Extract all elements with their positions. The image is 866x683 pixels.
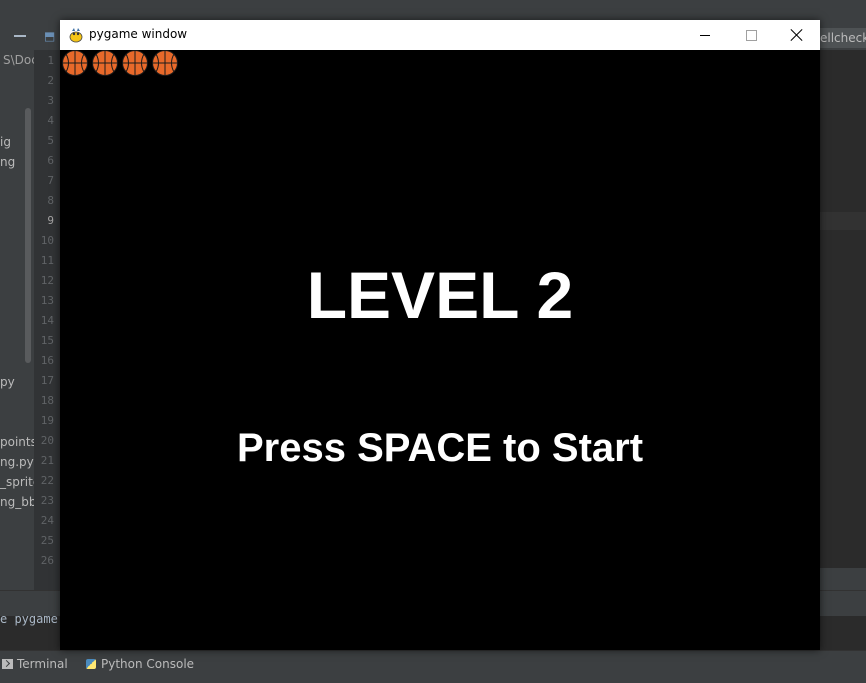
line-number: 1 [47,54,54,67]
line-number: 2 [47,74,54,87]
project-panel: S\Doc ig ng py points_ ng.py _sprites ng… [0,50,34,590]
line-number: 3 [47,94,54,107]
line-number: 18 [40,394,54,407]
line-number: 23 [40,494,54,507]
hide-panel-icon[interactable] [14,35,26,37]
project-scrollbar[interactable] [25,108,31,363]
line-number: 4 [47,114,54,127]
basketball-life-icon [122,50,148,76]
line-number: 5 [47,134,54,147]
basketball-life-icon [62,50,88,76]
project-item[interactable]: ng_bba [0,495,34,509]
code-editor[interactable] [820,50,866,590]
project-item[interactable]: ng [0,155,15,169]
editor-tab[interactable]: ellcheck. [820,28,866,48]
project-item[interactable]: _sprites [0,475,34,489]
tab-terminal[interactable]: Terminal [2,657,68,671]
python-file-icon[interactable]: ⬒ [44,29,58,43]
line-number: 24 [40,514,54,527]
current-line-highlight [820,212,866,230]
bottom-tool-bar: Terminal Python Console [0,650,866,683]
minimize-icon [700,34,710,36]
line-number: 25 [40,534,54,547]
line-number: 19 [40,414,54,427]
line-number: 17 [40,374,54,387]
maximize-icon [745,29,757,41]
project-item[interactable]: py [0,375,15,389]
line-number: 21 [40,454,54,467]
editor-horizontal-scrollbar[interactable] [820,568,866,590]
project-path: S\Doc [3,53,34,67]
line-number: 26 [40,554,54,567]
line-number: 7 [47,174,54,187]
tab-terminal-label: Terminal [17,657,68,671]
window-title: pygame window [89,27,188,41]
project-item[interactable]: ig [0,135,11,149]
maximize-button[interactable] [728,20,774,50]
line-number: 12 [40,274,54,287]
level-title: LEVEL 2 [306,258,574,332]
basketball-life-icon [152,50,178,76]
line-number: 15 [40,334,54,347]
line-number: 22 [40,474,54,487]
python-console-icon [86,659,96,669]
close-button[interactable] [774,20,820,50]
line-number: 9 [47,214,54,227]
tab-python-console[interactable]: Python Console [86,657,194,671]
minimize-button[interactable] [682,20,728,50]
game-canvas[interactable]: LEVEL 2 Press SPACE to Start [60,50,820,650]
line-number: 6 [47,154,54,167]
window-title-bar[interactable]: pygame window [60,20,820,50]
tab-python-console-label: Python Console [101,657,195,671]
start-prompt: Press SPACE to Start [236,426,644,470]
pygame-window: pygame window LEVEL 2 Press SPACE to Sta… [60,20,820,650]
line-number: 14 [40,314,54,327]
terminal-icon [2,659,13,669]
close-icon [791,29,803,41]
line-number: 20 [40,434,54,447]
line-number: 8 [47,194,54,207]
lives-indicator [60,50,180,76]
line-number: 10 [40,234,54,247]
basketball-life-icon [92,50,118,76]
run-output-text: e pygame [0,612,58,626]
pygame-logo-icon [69,28,83,43]
project-item[interactable]: points_ [0,435,34,449]
project-item[interactable]: ng.py [0,455,34,469]
line-number: 11 [40,254,54,267]
line-number: 13 [40,294,54,307]
line-number: 16 [40,354,54,367]
line-number-gutter: 1 2 3 4 5 6 7 8 9 10 11 12 13 14 15 16 17 18 19 20 21 22 23 24 2… [34,50,61,590]
